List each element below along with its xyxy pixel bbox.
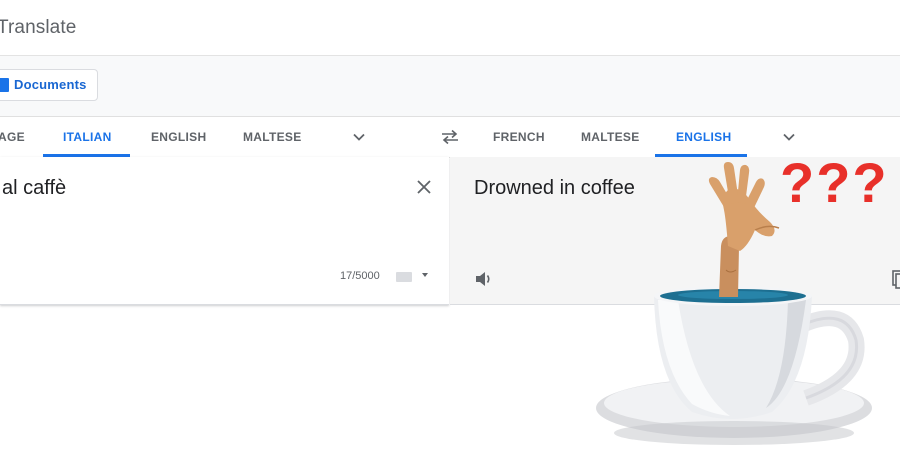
documents-label: Documents (14, 77, 87, 92)
chevron-down-icon[interactable] (782, 130, 796, 144)
input-tools-dropdown[interactable] (422, 273, 428, 277)
keyboard-icon[interactable] (396, 272, 412, 282)
tab-source-maltese[interactable]: MALTESE (243, 117, 302, 157)
tab-source-detect[interactable]: AGE (0, 117, 25, 157)
mode-bar: Documents (0, 56, 900, 117)
tab-source-italian[interactable]: ITALIAN (63, 117, 112, 157)
char-count: 17/5000 (340, 270, 380, 282)
source-panel: al caffè 17/5000 (0, 157, 449, 305)
source-text-input[interactable]: al caffè (2, 177, 66, 200)
document-icon (0, 78, 9, 92)
coffee-cup-illustration: ??? (596, 151, 889, 445)
chevron-down-icon[interactable] (352, 130, 366, 144)
tab-target-french[interactable]: FRENCH (493, 117, 545, 157)
documents-button[interactable]: Documents (0, 69, 98, 101)
tab-source-english[interactable]: ENGLISH (151, 117, 206, 157)
close-icon[interactable] (416, 179, 432, 195)
question-marks: ??? (780, 151, 889, 214)
swap-arrows-icon[interactable] (440, 129, 460, 145)
app-header: Translate (0, 0, 900, 56)
speaker-icon[interactable] (474, 269, 494, 289)
app-title: Translate (0, 17, 77, 38)
